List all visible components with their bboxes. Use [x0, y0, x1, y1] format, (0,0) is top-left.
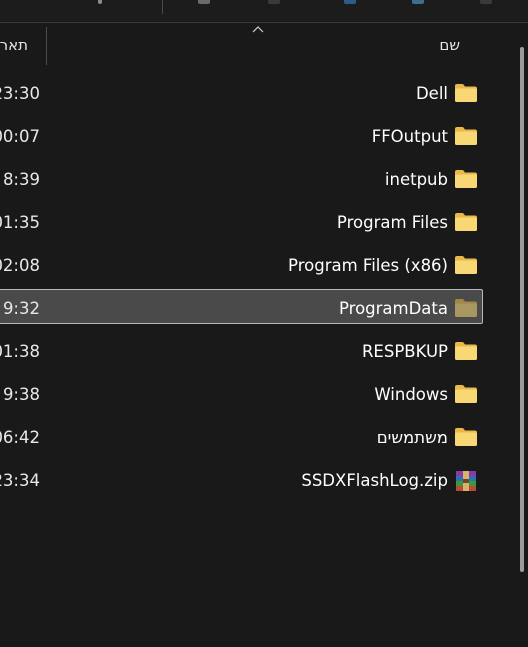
scrollbar-thumb[interactable]: [520, 47, 524, 572]
file-row[interactable]: 23:30 Dell: [0, 72, 490, 115]
file-name: Windows: [374, 385, 448, 404]
toolbar-button-icon[interactable]: [412, 0, 424, 4]
folder-icon: [454, 255, 478, 275]
file-row[interactable]: 06:42 משתמשים: [0, 416, 490, 459]
folder-icon: [454, 427, 478, 447]
toolbar-button-icon[interactable]: [344, 0, 356, 4]
folder-icon: [454, 83, 478, 103]
column-header-name[interactable]: שם: [439, 23, 460, 65]
file-date-text: 9:38: [2, 385, 40, 404]
file-date: 23:34: [0, 459, 40, 502]
file-name: FFOutput: [371, 127, 448, 146]
file-list: 23:30 Dell 00:07 FFOutput 8:39 inetpub 01:35 Pr…: [0, 72, 490, 502]
file-explorer-window: תאריך שם 23:30 Dell 00:07 FFOutput 8:39 inetp…: [0, 0, 528, 647]
file-name: ProgramData: [338, 299, 448, 318]
file-name: Dell: [415, 84, 448, 103]
winrar-archive-icon: [454, 470, 478, 491]
file-row[interactable]: 9:38 Windows: [0, 373, 490, 416]
folder-icon: [454, 298, 478, 318]
file-date-text: 00:07: [0, 127, 40, 146]
file-date: 06:42: [0, 416, 40, 459]
file-date: 8:39: [0, 158, 40, 201]
column-resize-divider[interactable]: [46, 27, 47, 65]
file-name: RESPBKUP: [361, 342, 448, 361]
folder-icon: [454, 126, 478, 146]
toolbar-button-icon[interactable]: [198, 0, 210, 4]
file-row[interactable]: 01:35 Program Files: [0, 201, 490, 244]
file-date: 02:08: [0, 244, 40, 287]
file-name: SSDXFlashLog.zip: [301, 471, 448, 490]
file-date-text: 23:30: [0, 84, 40, 103]
file-date: 9:38: [0, 373, 40, 416]
toolbar-button-icon[interactable]: [480, 0, 492, 4]
folder-icon: [454, 341, 478, 361]
folder-icon: [454, 169, 478, 189]
file-row[interactable]: 02:08 Program Files (x86): [0, 244, 490, 287]
file-row[interactable]: 23:34 SSDXFlashLog.zip: [0, 459, 490, 502]
column-header-row: תאריך שם: [0, 23, 512, 65]
file-date-text: 9:32: [2, 299, 40, 318]
toolbar: [0, 0, 528, 23]
file-row[interactable]: 00:07 FFOutput: [0, 115, 490, 158]
toolbar-separator: [162, 0, 163, 14]
sort-ascending-chevron-icon: [252, 26, 264, 33]
file-row[interactable]: 8:39 inetpub: [0, 158, 490, 201]
file-name: Program Files (x86): [288, 256, 448, 275]
file-date: 9:32: [0, 287, 40, 330]
column-header-date[interactable]: תאריך: [0, 23, 38, 65]
file-name: inetpub: [384, 170, 448, 189]
file-date-text: 23:34: [0, 471, 40, 490]
file-date: 00:07: [0, 115, 40, 158]
toolbar-button-icon[interactable]: [98, 0, 102, 4]
file-date-text: 8:39: [2, 170, 40, 189]
file-name: משתמשים: [376, 428, 448, 447]
file-row[interactable]: 9:32 ProgramData: [0, 287, 490, 330]
file-date-text: 01:35: [0, 213, 40, 232]
toolbar-button-icon[interactable]: [268, 0, 280, 4]
folder-icon: [454, 384, 478, 404]
file-date: 23:30: [0, 72, 40, 115]
file-date-text: 06:42: [0, 428, 40, 447]
vertical-scrollbar[interactable]: [514, 23, 528, 647]
file-row[interactable]: 01:38 RESPBKUP: [0, 330, 490, 373]
folder-icon: [454, 212, 478, 232]
file-date-text: 02:08: [0, 256, 40, 275]
file-date: 01:35: [0, 201, 40, 244]
file-name: Program Files: [336, 213, 448, 232]
file-date-text: 01:38: [0, 342, 40, 361]
file-date: 01:38: [0, 330, 40, 373]
